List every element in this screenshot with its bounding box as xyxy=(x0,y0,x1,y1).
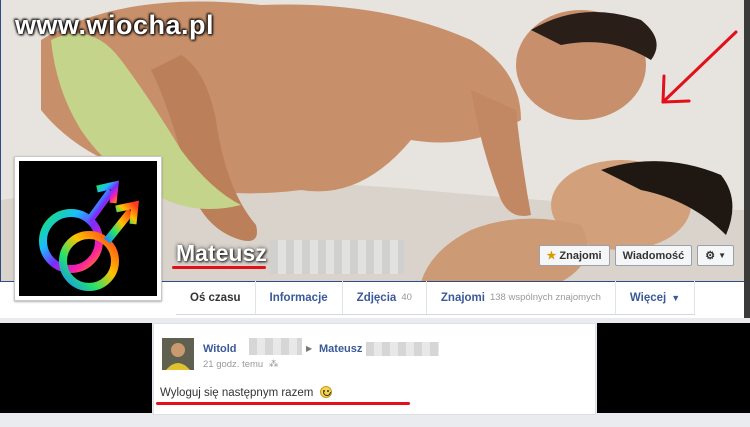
friends-button-label: Znajomi xyxy=(559,249,602,262)
censored-surname xyxy=(270,240,404,274)
tab-about[interactable]: Informacje xyxy=(256,281,343,314)
tab-photos[interactable]: Zdjęcia 40 xyxy=(343,281,427,314)
person-photo-icon xyxy=(162,338,194,370)
profile-actions: ★ Znajomi Wiadomość ⚙ ▼ xyxy=(538,245,734,266)
profile-name[interactable]: Mateusz xyxy=(176,240,267,267)
tab-label: Więcej xyxy=(629,291,667,304)
settings-button[interactable]: ⚙ ▼ xyxy=(697,245,734,266)
post-body: Wyloguj się następnym razem xyxy=(160,386,332,399)
smiley-icon xyxy=(319,386,332,398)
rainbow-male-symbols-icon xyxy=(39,180,139,291)
post-author-link[interactable]: Witold xyxy=(203,343,237,355)
tab-more[interactable]: Więcej ▼ xyxy=(616,281,696,314)
tab-label: Oś czasu xyxy=(190,291,241,304)
tab-label: Znajomi xyxy=(440,291,485,304)
post-time-text: 21 godz. temu xyxy=(203,359,264,370)
profile-picture[interactable] xyxy=(14,156,162,301)
censored-surname xyxy=(249,338,302,355)
blacked-out-area xyxy=(0,323,152,413)
timeline-nav: Oś czasu Informacje Zdjęcia 40 Znajomi 1… xyxy=(176,281,696,315)
window-frame xyxy=(744,0,750,318)
censored-surname xyxy=(366,342,439,356)
chevron-down-icon: ▼ xyxy=(671,292,681,303)
tab-count: 138 wspólnych znajomych xyxy=(489,292,601,303)
annotation-underline xyxy=(156,402,410,405)
tab-count: 40 xyxy=(401,292,412,303)
chevron-down-icon: ▼ xyxy=(718,251,726,260)
annotation-underline xyxy=(172,266,266,269)
author-avatar[interactable] xyxy=(162,338,194,370)
arrow-right-icon: ▶ xyxy=(306,344,313,353)
friends-button[interactable]: ★ Znajomi xyxy=(538,245,610,266)
blacked-out-area xyxy=(597,323,750,413)
tab-timeline[interactable]: Oś czasu xyxy=(176,281,256,314)
people-icon: ⁂ xyxy=(268,359,279,370)
message-button-label: Wiadomość xyxy=(622,249,685,262)
post-text: Wyloguj się następnym razem xyxy=(160,387,314,399)
site-watermark: www.wiocha.pl xyxy=(15,10,215,40)
gear-icon: ⚙ xyxy=(705,250,716,262)
message-button[interactable]: Wiadomość xyxy=(614,245,693,266)
tab-label: Zdjęcia xyxy=(356,291,397,304)
tab-friends[interactable]: Znajomi 138 wspólnych znajomych xyxy=(427,281,616,314)
star-icon: ★ xyxy=(546,250,557,262)
tab-label: Informacje xyxy=(269,291,328,304)
post-target-link[interactable]: Mateusz xyxy=(319,343,362,355)
post-timestamp[interactable]: 21 godz. temu ⁂ xyxy=(203,359,278,370)
